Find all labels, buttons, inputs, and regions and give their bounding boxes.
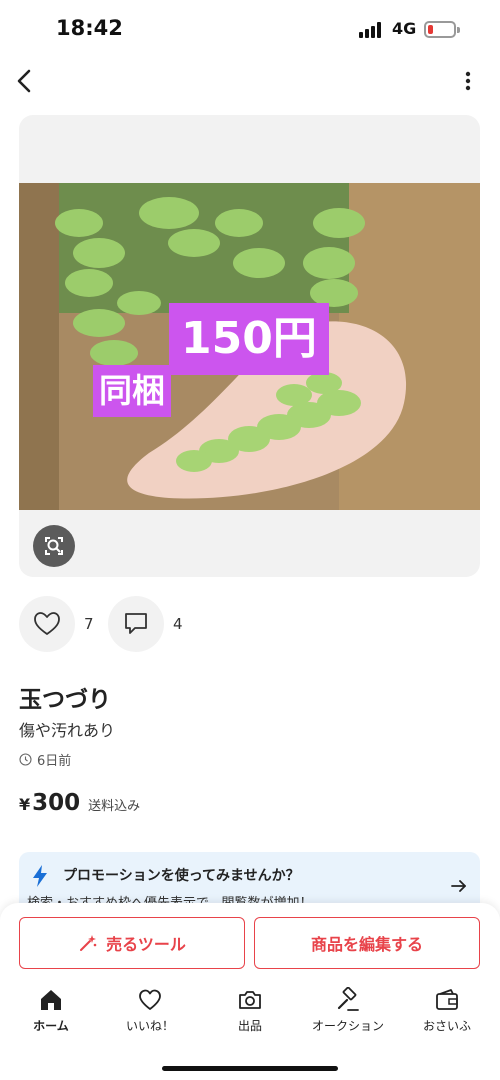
- tab-label-auction: オークション: [311, 1019, 384, 1033]
- item-title: 玉つづり: [19, 687, 111, 713]
- battery-icon: [424, 21, 460, 38]
- status-time: 18:42: [56, 16, 123, 40]
- overlay-price-label: 150円: [169, 303, 329, 375]
- bottom-action-sheet: 売るツール 商品を編集する ホーム いいね！ 出品 オークション おさいふ: [0, 903, 500, 1080]
- network-label: 4G: [392, 19, 417, 38]
- tab-likes[interactable]: いいね！: [105, 987, 195, 1047]
- item-condition: 傷や汚れあり: [19, 721, 116, 740]
- edit-item-label: 商品を編集する: [310, 935, 423, 954]
- posted-time: 6日前: [19, 750, 71, 769]
- comment-count: 4: [173, 615, 183, 633]
- heart-icon: [139, 989, 161, 1010]
- more-options-button[interactable]: [456, 66, 480, 96]
- sell-tools-button[interactable]: 売るツール: [19, 917, 245, 969]
- product-image-card[interactable]: 150円 同梱: [19, 115, 480, 577]
- home-icon: [41, 990, 61, 1010]
- overlay-bundle-label: 同梱: [93, 365, 171, 417]
- tab-label-wallet: おさいふ: [422, 1019, 471, 1033]
- wallet-icon: [436, 989, 458, 1010]
- tab-bar: ホーム いいね！ 出品 オークション おさいふ: [0, 987, 500, 1047]
- tab-auction[interactable]: オークション: [303, 987, 393, 1047]
- image-search-icon: [45, 537, 63, 555]
- arrow-right-icon: [451, 880, 466, 892]
- home-indicator: [162, 1066, 338, 1071]
- like-count: 7: [84, 615, 94, 633]
- tab-home[interactable]: ホーム: [6, 987, 96, 1047]
- sparkle-wand-icon: [80, 935, 97, 951]
- tab-label-sell: 出品: [237, 1019, 262, 1033]
- gavel-icon: [337, 987, 359, 1011]
- comment-button[interactable]: [108, 596, 164, 652]
- chevron-left-icon: [17, 69, 31, 93]
- price-currency: ¥: [19, 795, 31, 814]
- signal-icon: [359, 22, 385, 38]
- more-vertical-icon: [465, 71, 471, 91]
- price-value: 300: [32, 790, 81, 816]
- tab-sell[interactable]: 出品: [205, 987, 295, 1047]
- heart-icon: [34, 612, 60, 635]
- lightning-icon: [33, 865, 47, 887]
- camera-icon: [239, 991, 261, 1009]
- tab-label-likes: いいね！: [125, 1019, 174, 1033]
- posted-label: 6日前: [37, 754, 72, 769]
- promo-title: プロモーションを使ってみませんか？: [63, 868, 300, 884]
- image-search-button[interactable]: [33, 525, 75, 567]
- like-button[interactable]: [19, 596, 75, 652]
- back-button[interactable]: [10, 64, 40, 98]
- status-bar: 18:42 4G: [0, 0, 500, 60]
- shipping-note: 送料込み: [88, 799, 141, 814]
- tab-label-home: ホーム: [33, 1019, 69, 1033]
- edit-item-button[interactable]: 商品を編集する: [254, 917, 480, 969]
- sell-tools-label: 売るツール: [106, 935, 186, 954]
- tab-wallet[interactable]: おさいふ: [402, 987, 492, 1047]
- price-row: ¥ 300 送料込み: [19, 790, 140, 816]
- product-photo[interactable]: 150円 同梱: [19, 183, 480, 510]
- clock-icon: [19, 753, 32, 766]
- comment-icon: [125, 613, 147, 634]
